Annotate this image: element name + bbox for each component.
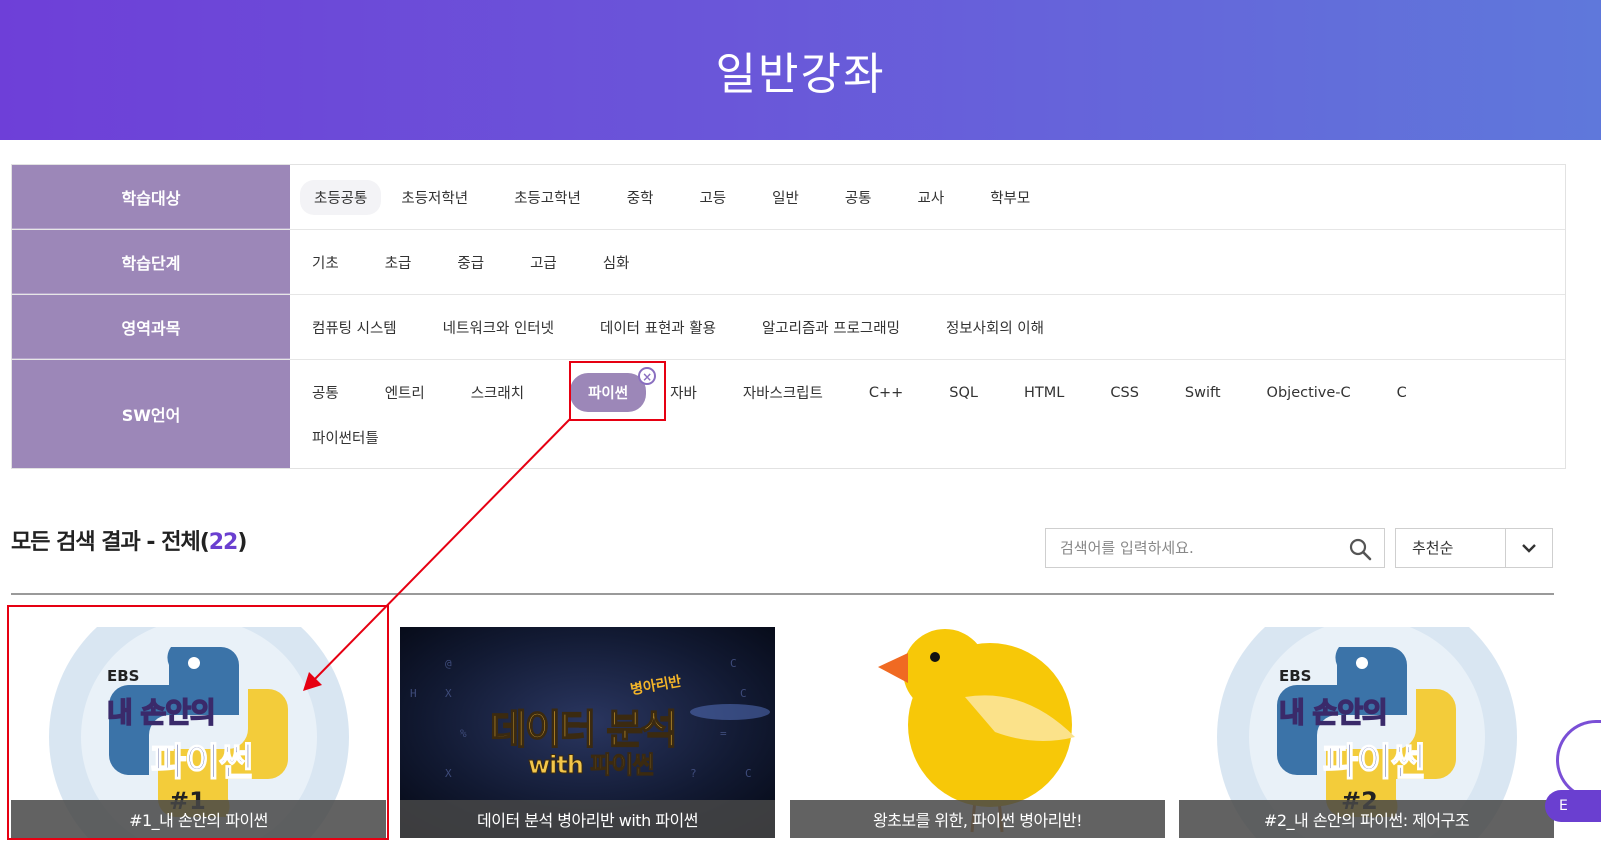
filter-option-language[interactable]: C xyxy=(1397,378,1429,408)
sort-select[interactable]: 추천순 xyxy=(1395,528,1553,568)
filter-option-target[interactable]: 초등공통 xyxy=(300,179,382,215)
search-input[interactable] xyxy=(1046,529,1364,567)
filter-option-subject[interactable]: 알고리즘과 프로그래밍 xyxy=(762,310,922,345)
filter-options-subject: 컴퓨팅 시스템 네트워크와 인터넷 데이터 표현과 활용 알고리즘과 프로그래밍 정보사… xyxy=(290,295,1565,359)
filter-row-level: 학습단계 기초 초급 중급 고급 심화 xyxy=(12,230,1565,295)
filter-option-target[interactable]: 중학 xyxy=(627,180,676,215)
svg-text:C: C xyxy=(740,687,747,700)
filter-label-subject: 영역과목 xyxy=(12,295,290,359)
filter-option-language[interactable]: 공통 xyxy=(312,375,361,410)
svg-text:X: X xyxy=(445,767,452,780)
filter-table: 학습대상 초등공통 초등저학년 초등고학년 중학 고등 일반 공통 교사 학부모 학습단계 기초… xyxy=(11,164,1566,469)
filter-option-target[interactable]: 고등 xyxy=(699,180,748,215)
filter-row-subject: 영역과목 컴퓨팅 시스템 네트워크와 인터넷 데이터 표현과 활용 알고리즘과 프로그… xyxy=(12,295,1565,360)
filter-option-level[interactable]: 심화 xyxy=(603,245,652,280)
svg-text:=: = xyxy=(720,727,727,740)
course-title-4[interactable]: #2_내 손안의 파이썬: 제어구조 xyxy=(1179,800,1554,838)
filter-option-language[interactable]: 자바스크립트 xyxy=(743,375,845,410)
highlight-box-filter xyxy=(569,361,666,421)
svg-text:H: H xyxy=(410,687,417,700)
filter-label-level: 학습단계 xyxy=(12,230,290,294)
results-title-prefix: 모든 검색 결과 - 전체( xyxy=(11,530,210,555)
filter-options-target: 초등공통 초등저학년 초등고학년 중학 고등 일반 공통 교사 학부모 xyxy=(290,165,1565,229)
page-title: 일반강좌 xyxy=(715,49,886,100)
filter-option-target[interactable]: 공통 xyxy=(845,180,894,215)
filter-option-subject[interactable]: 네트워크와 인터넷 xyxy=(443,310,576,345)
filter-option-target[interactable]: 초등저학년 xyxy=(401,180,490,215)
filter-option-language[interactable]: 자바 xyxy=(670,375,719,410)
filter-option-subject[interactable]: 데이터 표현과 활용 xyxy=(600,310,738,345)
filter-option-language[interactable]: Swift xyxy=(1185,378,1243,408)
svg-text:?: ? xyxy=(690,767,697,780)
thumb-line2-4: 파이썬 xyxy=(1322,739,1426,785)
filter-option-level[interactable]: 기초 xyxy=(312,245,361,280)
course-title-2[interactable]: 데이터 분석 병아리반 with 파이썬 xyxy=(400,800,775,838)
thumb-line2-2: with 파이썬 xyxy=(528,751,656,780)
svg-text:C: C xyxy=(730,657,737,670)
filter-option-language[interactable]: 엔트리 xyxy=(385,375,447,410)
results-title-suffix: ) xyxy=(237,530,247,555)
filter-option-subject[interactable]: 컴퓨팅 시스템 xyxy=(312,310,419,345)
results-count: 22 xyxy=(208,530,239,555)
results-title: 모든 검색 결과 - 전체(22) xyxy=(11,524,247,556)
filter-row-language: SW언어 공통 엔트리 스크래치 파이썬 × 자바 자바스크립트 C++ SQL HTML CSS S… xyxy=(12,360,1565,468)
results-divider xyxy=(11,593,1554,595)
filter-option-language[interactable]: CSS xyxy=(1110,378,1161,408)
highlight-box-card xyxy=(7,605,389,840)
filter-option-language[interactable]: C++ xyxy=(869,378,925,408)
course-title-3[interactable]: 왕초보를 위한, 파이썬 병아리반! xyxy=(790,800,1165,838)
floating-widget-button[interactable]: E xyxy=(1545,790,1601,822)
thumb-brand-4: EBS xyxy=(1279,667,1312,685)
filter-option-language[interactable]: 스크래치 xyxy=(471,375,546,410)
page-banner: 일반강좌 xyxy=(0,0,1601,140)
course-card-4[interactable]: EBS 내 손안의 파이썬 #2 #2_내 손안의 파이썬: 제어구조 xyxy=(1179,627,1554,838)
filter-option-level[interactable]: 초급 xyxy=(385,245,434,280)
filter-label-target: 학습대상 xyxy=(12,165,290,229)
filter-option-target[interactable]: 일반 xyxy=(772,180,821,215)
filter-option-language[interactable]: Objective-C xyxy=(1267,378,1373,408)
svg-text:%: % xyxy=(460,727,467,740)
search-icon[interactable] xyxy=(1348,537,1372,561)
filter-option-language[interactable]: HTML xyxy=(1024,378,1086,408)
thumb-line1-4: 내 손안의 xyxy=(1278,695,1388,730)
floating-widget-ring xyxy=(1556,720,1601,800)
filter-options-language: 공통 엔트리 스크래치 파이썬 × 자바 자바스크립트 C++ SQL HTML CSS Swift O… xyxy=(290,360,1565,468)
course-card-2[interactable]: H @ X XCC C?% = 병아리반 데이터 분석 with 파이썬 데이터 분… xyxy=(400,627,775,838)
svg-text:X: X xyxy=(445,687,452,700)
filter-label-language: SW언어 xyxy=(12,360,290,468)
chevron-down-icon xyxy=(1522,544,1536,553)
search-box xyxy=(1045,528,1385,568)
filter-option-language[interactable]: 파이썬터틀 xyxy=(312,420,401,455)
filter-option-subject[interactable]: 정보사회의 이해 xyxy=(946,310,1066,345)
sort-value: 추천순 xyxy=(1412,539,1454,557)
filter-options-level: 기초 초급 중급 고급 심화 xyxy=(290,230,1565,294)
svg-text:C: C xyxy=(745,767,752,780)
filter-option-level[interactable]: 중급 xyxy=(457,245,506,280)
filter-option-target[interactable]: 초등고학년 xyxy=(514,180,603,215)
sort-dropdown-button[interactable] xyxy=(1505,529,1552,567)
svg-text:@: @ xyxy=(445,657,452,670)
filter-option-level[interactable]: 고급 xyxy=(530,245,579,280)
filter-option-language[interactable]: SQL xyxy=(949,378,1000,408)
filter-option-target[interactable]: 학부모 xyxy=(990,180,1052,215)
filter-row-target: 학습대상 초등공통 초등저학년 초등고학년 중학 고등 일반 공통 교사 학부모 xyxy=(12,165,1565,230)
filter-option-target[interactable]: 교사 xyxy=(918,180,967,215)
course-card-3[interactable]: 왕초보를 위한, 파이썬 병아리반! xyxy=(790,627,1165,838)
